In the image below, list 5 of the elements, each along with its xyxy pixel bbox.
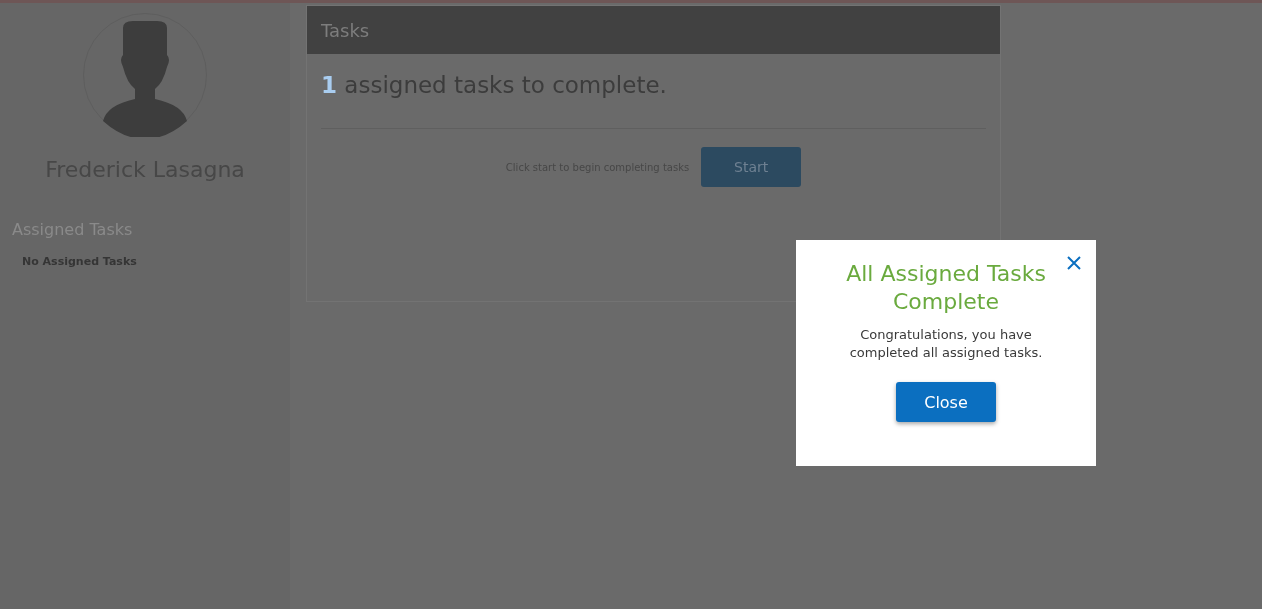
close-button[interactable]: Close [896,382,996,422]
close-icon[interactable] [1066,255,1082,271]
dialog-message: Congratulations, you have completed all assigned tasks. [848,326,1044,362]
panel-title: Tasks [321,19,370,41]
dialog-title: All Assigned Tasks Complete [845,260,1047,316]
